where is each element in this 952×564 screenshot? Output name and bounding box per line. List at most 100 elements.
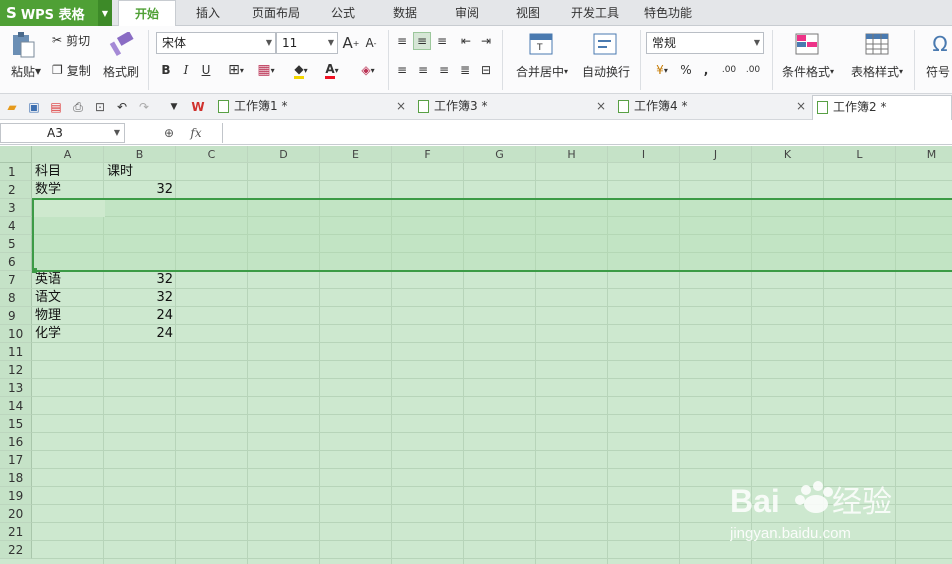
row-header-20[interactable]: 20: [0, 505, 32, 523]
row-header-21[interactable]: 21: [0, 523, 32, 541]
font-name-combo[interactable]: 宋体 ▼: [156, 32, 276, 54]
table-style-button[interactable]: 表格样式 ▾: [845, 62, 909, 80]
decrease-font-icon[interactable]: A-: [362, 32, 380, 54]
merge-center-icon[interactable]: T: [528, 32, 554, 56]
align-top-icon[interactable]: ≡: [394, 32, 410, 50]
cond-format-button[interactable]: 条件格式 ▾: [776, 62, 840, 80]
wps-w-icon[interactable]: W: [190, 99, 206, 115]
row-header-13[interactable]: 13: [0, 379, 32, 397]
fill-handle[interactable]: [32, 268, 37, 273]
merge-center-button[interactable]: 合并居中 ▾: [510, 62, 574, 80]
align-center-icon[interactable]: ≡: [415, 60, 431, 80]
paste-button[interactable]: 粘贴 ▾: [6, 62, 46, 80]
cond-format-icon[interactable]: [794, 32, 820, 56]
column-header-H[interactable]: H: [536, 146, 608, 163]
row-header-9[interactable]: 9: [0, 307, 32, 325]
format-painter-button[interactable]: 格式刷: [100, 62, 142, 80]
column-header-M[interactable]: M: [896, 146, 952, 163]
name-box[interactable]: A3 ▼: [0, 123, 125, 143]
currency-icon[interactable]: ¥ ▾: [648, 60, 676, 80]
fx-button[interactable]: fx: [184, 124, 208, 142]
row-header-2[interactable]: 2: [0, 181, 32, 199]
select-all-corner[interactable]: [0, 146, 32, 163]
redo-icon[interactable]: ↷: [136, 99, 152, 115]
format-painter-icon[interactable]: [104, 30, 138, 60]
cut-button[interactable]: ✂ 剪切: [52, 31, 102, 49]
column-header-G[interactable]: G: [464, 146, 536, 163]
menu-formulas[interactable]: 公式: [331, 0, 355, 26]
tab-workbook-2[interactable]: 工作簿2 *: [812, 95, 952, 120]
font-size-combo[interactable]: 11 ▼: [276, 32, 338, 54]
comma-button[interactable]: ,: [698, 60, 714, 80]
borders-icon[interactable]: ⊞ ▾: [222, 60, 250, 80]
chevron-down-icon[interactable]: ▼: [114, 124, 120, 142]
symbol-button[interactable]: 符号: [924, 62, 952, 80]
row-header-22[interactable]: 22: [0, 541, 32, 559]
menu-view[interactable]: 视图: [516, 0, 540, 26]
column-header-D[interactable]: D: [248, 146, 320, 163]
column-header-J[interactable]: J: [680, 146, 752, 163]
cell-B1[interactable]: 课时: [104, 163, 176, 181]
symbol-icon[interactable]: Ω: [928, 32, 952, 56]
percent-button[interactable]: %: [678, 60, 694, 80]
menu-review[interactable]: 审阅: [455, 0, 479, 26]
align-middle-icon[interactable]: ≡: [413, 32, 431, 50]
menu-special[interactable]: 特色功能: [644, 0, 692, 26]
column-header-E[interactable]: E: [320, 146, 392, 163]
cell-A1[interactable]: 科目: [32, 163, 104, 181]
menu-home[interactable]: 开始: [118, 0, 176, 27]
underline-button[interactable]: U: [198, 60, 214, 80]
column-header-K[interactable]: K: [752, 146, 824, 163]
logo-dropdown-icon[interactable]: ▼: [98, 0, 112, 26]
cell-A10[interactable]: 化学: [32, 325, 104, 343]
column-header-C[interactable]: C: [176, 146, 248, 163]
column-header-B[interactable]: B: [104, 146, 176, 163]
row-header-19[interactable]: 19: [0, 487, 32, 505]
menu-page-layout[interactable]: 页面布局: [252, 0, 300, 26]
row-header-10[interactable]: 10: [0, 325, 32, 343]
align-right-icon[interactable]: ≡: [436, 60, 452, 80]
tab-workbook-4[interactable]: 工作簿4 * ×: [614, 95, 812, 120]
bold-button[interactable]: B: [158, 60, 174, 80]
distributed-icon[interactable]: ⊟: [478, 60, 494, 80]
zoom-search-icon[interactable]: ⊕: [160, 124, 178, 142]
row-header-3[interactable]: 3: [0, 199, 32, 217]
row-header-1[interactable]: 1: [0, 163, 32, 181]
close-icon[interactable]: ×: [796, 95, 806, 118]
row-header-6[interactable]: 6: [0, 253, 32, 271]
row-header-7[interactable]: 7: [0, 271, 32, 289]
increase-font-icon[interactable]: A +: [342, 32, 360, 54]
row-header-12[interactable]: 12: [0, 361, 32, 379]
cell-B9[interactable]: 24: [104, 307, 176, 325]
table-style-icon[interactable]: [864, 32, 890, 56]
export-pdf-icon[interactable]: ▤: [48, 99, 64, 115]
align-left-icon[interactable]: ≡: [394, 60, 410, 80]
row-header-15[interactable]: 15: [0, 415, 32, 433]
cell-B8[interactable]: 32: [104, 289, 176, 307]
menu-data[interactable]: 数据: [393, 0, 417, 26]
row-header-14[interactable]: 14: [0, 397, 32, 415]
open-folder-icon[interactable]: ▰: [4, 99, 20, 115]
cell-A8[interactable]: 语文: [32, 289, 104, 307]
italic-button[interactable]: I: [178, 60, 194, 80]
font-color-icon[interactable]: A ▾: [318, 60, 346, 80]
print-preview-icon[interactable]: ⊡: [92, 99, 108, 115]
close-icon[interactable]: ×: [596, 95, 606, 118]
column-header-F[interactable]: F: [392, 146, 464, 163]
cell-A9[interactable]: 物理: [32, 307, 104, 325]
selection-range[interactable]: [32, 198, 952, 272]
menu-developer[interactable]: 开发工具: [571, 0, 619, 26]
wrap-text-icon[interactable]: [592, 32, 618, 56]
row-header-18[interactable]: 18: [0, 469, 32, 487]
save-icon[interactable]: ▣: [26, 99, 42, 115]
customize-qat-icon[interactable]: ▼: [166, 99, 182, 115]
align-bottom-icon[interactable]: ≡: [434, 32, 450, 50]
increase-decimal-button[interactable]: .00: [718, 60, 740, 80]
number-format-combo[interactable]: 常规 ▼: [646, 32, 764, 54]
decrease-indent-icon[interactable]: ⇤: [458, 32, 474, 50]
wps-logo-button[interactable]: S WPS 表格 ▼: [0, 0, 112, 26]
decrease-decimal-button[interactable]: .00: [742, 60, 764, 80]
column-header-I[interactable]: I: [608, 146, 680, 163]
copy-button[interactable]: ❐ 复制: [52, 61, 102, 79]
increase-indent-icon[interactable]: ⇥: [478, 32, 494, 50]
